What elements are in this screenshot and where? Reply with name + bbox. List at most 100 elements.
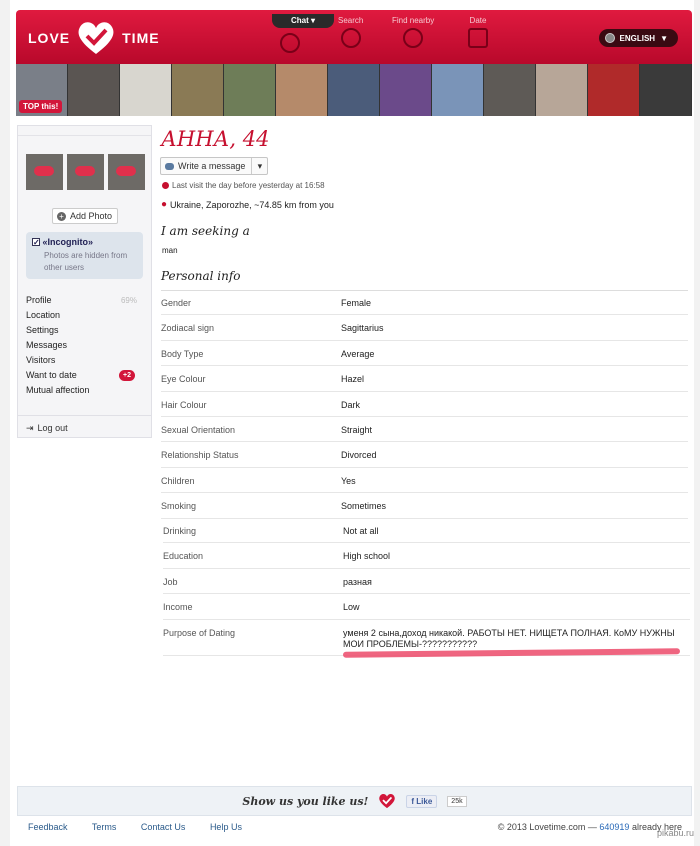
language-label: ENGLISH bbox=[619, 33, 656, 43]
add-photo-label: Add Photo bbox=[69, 211, 113, 221]
strip-photo[interactable] bbox=[536, 64, 588, 116]
table-row: Hair Colour Dark bbox=[161, 392, 688, 417]
field-value: разная bbox=[343, 576, 372, 587]
copyright: © 2013 Lovetime.com — 640919 already her… bbox=[498, 822, 682, 832]
field-label: Income bbox=[163, 602, 193, 613]
field-value: Hazel bbox=[341, 374, 365, 385]
field-value: уменя 2 сына,доход никакой. РАБОТЫ НЕТ. … bbox=[343, 627, 675, 649]
photo-thumbnail[interactable] bbox=[67, 154, 104, 190]
table-row: Relationship Status Divorced bbox=[161, 442, 688, 468]
table-row: Education High school bbox=[163, 543, 690, 569]
sidebar-item-visitors[interactable]: Visitors bbox=[26, 353, 151, 368]
logout-label: Log out bbox=[37, 423, 68, 433]
online-count[interactable]: 640919 bbox=[599, 822, 629, 832]
search-nav[interactable]: Search bbox=[338, 16, 363, 48]
sidebar-item-want-to-date[interactable]: Want to date +2 bbox=[26, 368, 151, 383]
search-label: Search bbox=[338, 16, 364, 25]
field-label: Relationship Status bbox=[161, 450, 239, 461]
strip-photo[interactable] bbox=[432, 64, 484, 116]
checkbox-icon[interactable]: ✓ bbox=[32, 238, 40, 247]
strip-photo[interactable] bbox=[640, 64, 692, 116]
photo-thumbnail[interactable] bbox=[108, 154, 145, 190]
heart-percent-icon bbox=[468, 28, 488, 48]
footer-link-help[interactable]: Help Us bbox=[210, 822, 242, 832]
top-this-button[interactable]: TOP this! bbox=[19, 100, 63, 113]
strip-photo[interactable] bbox=[172, 64, 224, 116]
last-visit: Last visit the day before yesterday at 1… bbox=[162, 181, 325, 190]
count-badge: +2 bbox=[119, 370, 135, 381]
chevron-down-icon[interactable]: ▾ bbox=[251, 158, 267, 174]
personal-info-heading: Personal info bbox=[161, 269, 241, 283]
strip-photo[interactable] bbox=[588, 64, 640, 116]
chat-tab[interactable]: Chat ▾ bbox=[272, 14, 334, 28]
field-label: Eye Colour bbox=[161, 374, 206, 385]
sidebar-item-label: Settings bbox=[26, 325, 59, 335]
field-label: Smoking bbox=[161, 501, 197, 512]
footer: Feedback Terms Contact Us Help Us © 2013… bbox=[28, 822, 688, 832]
fb-like-label: Like bbox=[416, 796, 433, 806]
copyright-text: © 2013 Lovetime.com — bbox=[497, 822, 597, 832]
sidebar-item-messages[interactable]: Messages bbox=[26, 338, 151, 353]
chat-label: Chat bbox=[290, 16, 309, 25]
find-nearby-label: Find nearby bbox=[392, 16, 435, 25]
strip-photo[interactable] bbox=[484, 64, 536, 116]
sidebar-item-settings[interactable]: Settings bbox=[26, 323, 151, 338]
like-text: Show us you like us! bbox=[242, 794, 369, 808]
table-row: Job разная bbox=[163, 569, 690, 595]
strip-photo[interactable] bbox=[68, 64, 120, 116]
site-header: LOVE TIME Chat ▾ Search Find nearby Date… bbox=[16, 10, 692, 64]
strip-photo[interactable] bbox=[224, 64, 276, 116]
field-label: Body Type bbox=[161, 348, 204, 359]
logout-link[interactable]: ⇥ Log out bbox=[18, 415, 151, 441]
field-value: High school bbox=[343, 551, 391, 562]
status-dot-icon bbox=[162, 182, 169, 189]
personal-info-table-continued: Drinking Not at all Education High school … bbox=[163, 518, 690, 656]
field-value: Divorced bbox=[341, 450, 377, 461]
language-selector[interactable]: ENGLISH ▼ bbox=[598, 29, 678, 47]
sidebar-item-label: Want to date bbox=[26, 370, 77, 380]
write-message-button[interactable]: Write a message ▾ bbox=[160, 157, 269, 175]
chat-bubble-icon bbox=[280, 33, 300, 53]
find-nearby-nav[interactable]: Find nearby bbox=[392, 16, 434, 48]
location: ● Ukraine, Zaporozhe, ~74.85 km from you bbox=[161, 199, 334, 210]
chat-nav[interactable] bbox=[280, 30, 300, 53]
date-nav[interactable]: Date bbox=[468, 16, 488, 48]
footer-link-feedback[interactable]: Feedback bbox=[28, 822, 68, 832]
facebook-like-button[interactable]: f Like bbox=[406, 794, 438, 808]
heart-logo-icon bbox=[76, 20, 116, 56]
last-visit-text: Last visit the day before yesterday at 1… bbox=[172, 181, 325, 190]
personal-info-table: Gender Female Zodiacal sign Sagittarius Bo… bbox=[161, 290, 688, 519]
sidebar-item-profile[interactable]: Profile 69% bbox=[26, 293, 151, 308]
sidebar-item-mutual-affection[interactable]: Mutual affection bbox=[26, 383, 151, 398]
add-photo-button[interactable]: + Add Photo bbox=[51, 208, 118, 224]
field-value: Dark bbox=[341, 399, 361, 410]
footer-link-contact[interactable]: Contact Us bbox=[141, 822, 186, 832]
date-label: Date bbox=[469, 16, 487, 25]
logout-icon: ⇥ bbox=[26, 423, 34, 433]
profile-name: АННА, 44 bbox=[161, 127, 270, 151]
strip-photo[interactable] bbox=[328, 64, 380, 116]
field-value: Not at all bbox=[343, 526, 379, 536]
location-text: Ukraine, Zaporozhe, ~74.85 km from you bbox=[170, 199, 334, 210]
watermark: pikabu.ru bbox=[656, 828, 694, 838]
field-label: Purpose of Dating bbox=[163, 627, 236, 638]
sidebar-item-location[interactable]: Location bbox=[26, 308, 151, 323]
sidebar-item-label: Mutual affection bbox=[26, 385, 90, 395]
field-label: Hair Colour bbox=[161, 399, 207, 410]
logo[interactable]: LOVE TIME bbox=[28, 22, 160, 54]
footer-link-terms[interactable]: Terms bbox=[92, 822, 117, 832]
logo-text-right: TIME bbox=[122, 30, 160, 46]
field-label: Job bbox=[163, 576, 178, 587]
like-bar: Show us you like us! f Like 25k bbox=[17, 786, 692, 816]
sidebar-item-label: Visitors bbox=[26, 355, 56, 365]
strip-photo[interactable] bbox=[276, 64, 328, 116]
table-row: Smoking Sometimes bbox=[161, 493, 688, 519]
strip-photo[interactable] bbox=[120, 64, 172, 116]
heart-check-icon bbox=[378, 793, 396, 809]
strip-photo[interactable] bbox=[380, 64, 432, 116]
incognito-box[interactable]: ✓ «Incognito» Photos are hidden from oth… bbox=[26, 232, 143, 279]
fb-like-count: 25k bbox=[447, 795, 467, 807]
incognito-description: Photos are hidden from other users bbox=[44, 251, 128, 272]
seeking-value: man bbox=[162, 246, 178, 255]
photo-thumbnail[interactable] bbox=[26, 154, 63, 190]
